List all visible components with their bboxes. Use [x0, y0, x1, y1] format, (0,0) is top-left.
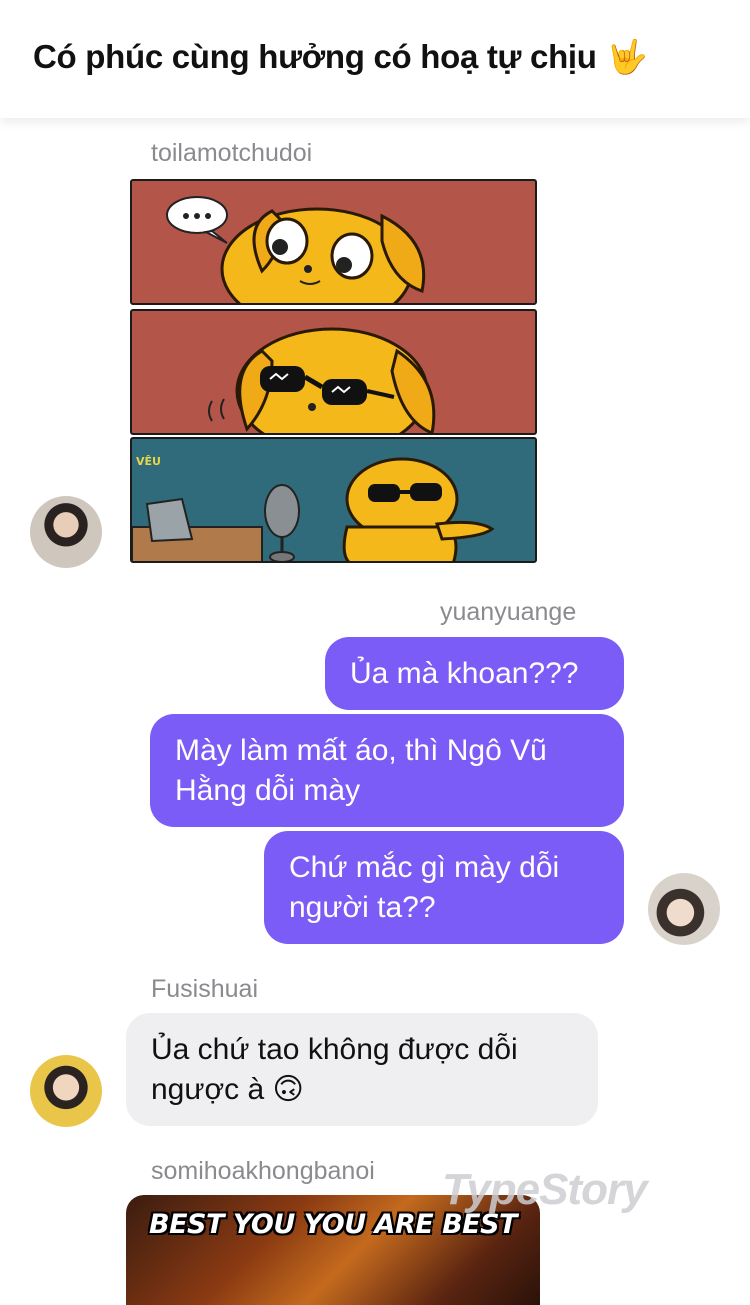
message-bubble-outgoing[interactable]: Chứ mắc gì mày dỗi người ta??: [264, 831, 624, 944]
message-text: Ủa chứ tao không được dỗi ngược à 🙃: [151, 1032, 518, 1106]
curious-dog-icon: [166, 196, 426, 303]
comic-panel-1: [130, 179, 537, 305]
rock-hand-emoji: 🤟: [606, 38, 648, 75]
message-bubble-outgoing[interactable]: Mày làm mất áo, thì Ngô Vũ Hằng dỗi mày: [150, 714, 624, 827]
message-text: Ủa mà khoan???: [350, 656, 579, 690]
cool-dog-icon: [208, 327, 436, 433]
avatar[interactable]: [30, 1055, 102, 1127]
comic-panel-2: [130, 309, 537, 435]
message-bubble-incoming[interactable]: Ủa chứ tao không được dỗi ngược à 🙃: [126, 1013, 598, 1126]
typestory-watermark: TypeStory: [442, 1165, 648, 1214]
svg-text:VÊU: VÊU: [136, 455, 161, 468]
avatar[interactable]: [30, 496, 102, 568]
sender-name: Fusishuai: [151, 975, 258, 1003]
message-text: Chứ mắc gì mày dỗi người ta??: [289, 850, 560, 924]
chat-title: Có phúc cùng hưởng có hoạ tự chịu 🤟: [33, 38, 648, 77]
chat-title-text: Có phúc cùng hưởng có hoạ tự chịu: [33, 38, 597, 75]
sender-name: yuanyuange: [440, 598, 577, 626]
sender-name: somihoakhongbanoi: [151, 1157, 375, 1185]
avatar[interactable]: [648, 873, 720, 945]
sender-name: toilamotchudoi: [151, 139, 313, 167]
dog-comic-image[interactable]: VÊU: [130, 179, 537, 563]
comic-panel-3: VÊU: [130, 437, 537, 563]
message-bubble-outgoing[interactable]: Ủa mà khoan???: [325, 637, 624, 710]
dog-at-desk-icon: VÊU: [132, 455, 495, 561]
chat-header: Có phúc cùng hưởng có hoạ tự chịu 🤟: [0, 0, 750, 118]
message-text: Mày làm mất áo, thì Ngô Vũ Hằng dỗi mày: [175, 733, 547, 807]
